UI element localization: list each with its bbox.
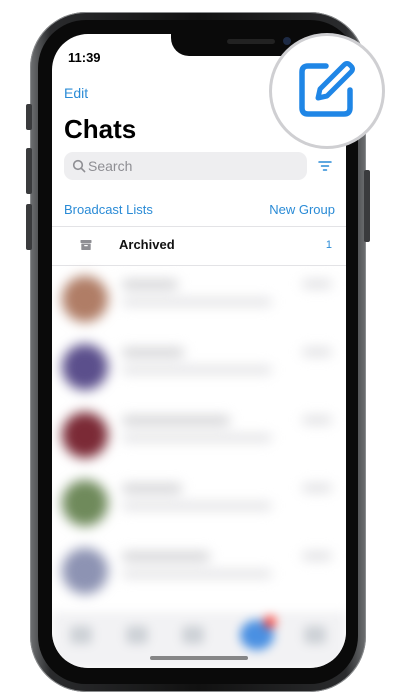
edit-button[interactable]: Edit [64,85,88,101]
chat-preview-placeholder [122,502,272,510]
archived-count: 1 [325,239,332,251]
chat-name-placeholder [122,552,210,561]
list-item[interactable] [52,334,346,398]
archive-icon [80,240,92,250]
avatar [62,344,108,390]
avatar [62,480,108,526]
unread-badge [264,616,276,628]
chat-preview-placeholder [122,570,272,578]
home-indicator [150,656,248,660]
volume-up-button [26,148,32,194]
chat-name-placeholder [122,416,230,425]
search-input[interactable]: Search [64,152,307,180]
archived-label: Archived [119,237,175,252]
status-time: 11:39 [68,50,101,65]
list-item[interactable] [52,402,346,466]
power-button [364,170,370,242]
avatar [62,276,108,322]
tab-camera[interactable] [182,626,204,644]
search-icon [72,159,86,173]
list-item[interactable] [52,538,346,602]
compose-icon[interactable] [292,56,360,124]
chat-time-placeholder [302,348,332,356]
tab-settings[interactable] [304,626,326,644]
tab-calls[interactable] [126,626,148,644]
chat-preview-placeholder [122,434,272,442]
search-placeholder: Search [88,158,133,174]
chat-name-placeholder [122,348,184,357]
mute-switch [26,104,32,130]
chat-name-placeholder [122,280,178,289]
chat-name-placeholder [122,484,182,493]
chat-time-placeholder [302,280,332,288]
chat-time-placeholder [302,484,332,492]
chat-time-placeholder [302,416,332,424]
new-group-link[interactable]: New Group [269,202,335,217]
compose-callout [272,36,382,146]
chat-time-placeholder [302,552,332,560]
chat-links-row: Broadcast Lists New Group [64,202,335,222]
front-camera [283,37,291,45]
list-item[interactable] [52,470,346,534]
chat-preview-placeholder [122,298,272,306]
volume-down-button [26,204,32,250]
chat-list-blurred [52,266,346,668]
filter-icon[interactable] [318,160,332,172]
avatar [62,412,108,458]
page-title: Chats [64,114,137,144]
avatar [62,548,108,594]
chat-preview-placeholder [122,366,272,374]
archived-row[interactable]: Archived 1 [52,227,346,265]
list-item[interactable] [52,266,346,330]
speaker [227,39,275,44]
broadcast-lists-link[interactable]: Broadcast Lists [64,202,153,217]
tab-status[interactable] [70,626,92,644]
